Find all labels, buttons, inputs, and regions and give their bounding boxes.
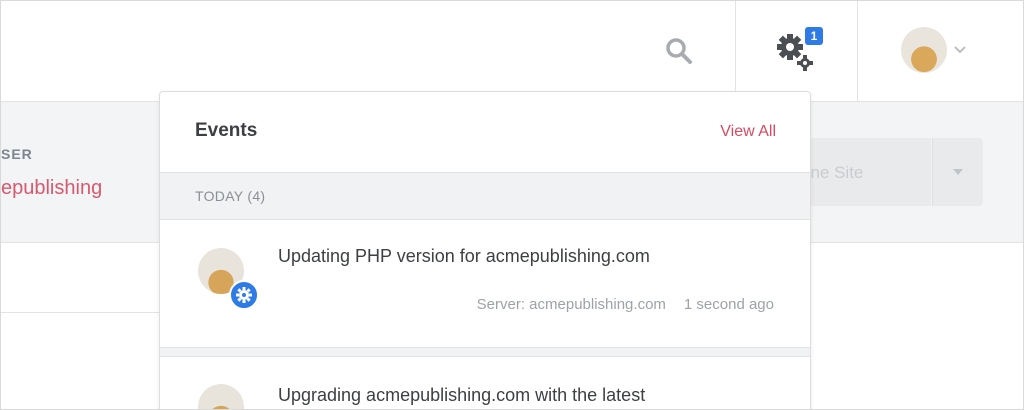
events-button[interactable]: 1 — [771, 27, 827, 77]
user-label: SER — [1, 146, 33, 162]
notification-badge: 1 — [805, 27, 823, 45]
event-avatar — [198, 384, 244, 409]
event-item[interactable]: Updating PHP version for acmepublishing.… — [160, 220, 810, 346]
avatar — [901, 27, 947, 73]
event-time: 1 second ago — [683, 296, 774, 313]
top-header: 1 — [1, 1, 1023, 102]
clone-site-dropdown-toggle[interactable] — [932, 138, 983, 206]
search-icon — [666, 38, 692, 64]
search-button[interactable] — [661, 33, 697, 69]
user-name-link[interactable]: epublishing — [1, 177, 102, 200]
events-section-header: TODAY (4) — [160, 173, 810, 220]
event-title: Updating PHP version for acmepublishing.… — [278, 246, 650, 266]
event-item[interactable]: Upgrading acmepublishing.com with the la… — [160, 357, 810, 409]
event-title: Upgrading acmepublishing.com with the la… — [278, 385, 646, 405]
events-title: Events — [195, 120, 258, 141]
header-divider — [735, 1, 736, 101]
event-divider — [160, 347, 810, 357]
view-all-link[interactable]: View All — [720, 123, 776, 141]
divider — [1, 312, 159, 313]
header-divider — [857, 1, 858, 101]
user-menu[interactable] — [899, 27, 979, 77]
events-header: Events View All — [160, 92, 810, 173]
event-server: Server: acmepublishing.com — [476, 296, 666, 313]
chevron-down-icon — [954, 46, 966, 54]
section-label: TODAY (4) — [195, 188, 266, 204]
events-dropdown: Events View All TODAY (4) Updating PHP v… — [159, 91, 811, 409]
event-meta: Server: acmepublishing.com 1 second ago — [477, 296, 774, 313]
gear-icon — [229, 280, 259, 310]
app-window: 1 SER epublishing one Site Events View A… — [0, 0, 1024, 410]
